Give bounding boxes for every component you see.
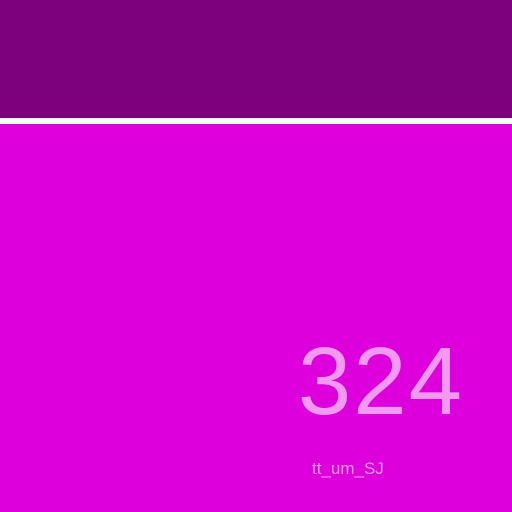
counter-value: 324: [297, 328, 464, 435]
main-panel: 324 tt_um_SJ: [0, 124, 512, 512]
caption-label: tt_um_SJ: [312, 459, 384, 478]
top-bar: [0, 0, 512, 118]
screen: 324 tt_um_SJ: [0, 0, 512, 512]
